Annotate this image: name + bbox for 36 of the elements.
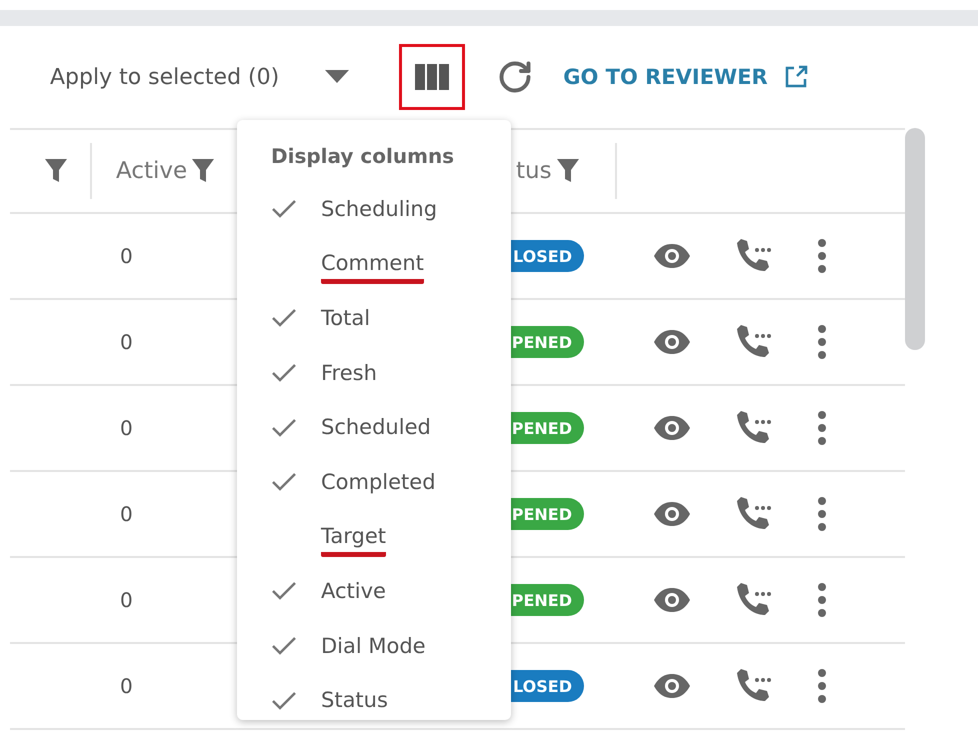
menu-item[interactable]: Fresh bbox=[321, 360, 377, 394]
column-header[interactable]: Active bbox=[116, 158, 188, 184]
filter-icon[interactable] bbox=[44, 157, 68, 185]
menu-item[interactable]: Comment bbox=[321, 251, 424, 284]
menu-title: Display columns bbox=[271, 143, 456, 170]
menu-item[interactable]: Completed bbox=[321, 470, 436, 503]
caret-icon[interactable] bbox=[325, 70, 350, 84]
more-options-icon[interactable] bbox=[817, 409, 827, 447]
more-options-icon[interactable] bbox=[817, 237, 827, 275]
more-options-icon[interactable] bbox=[817, 581, 827, 619]
menu-item[interactable]: Scheduled bbox=[321, 415, 431, 448]
table-cell-text: 0 bbox=[119, 502, 134, 526]
filter-icon[interactable] bbox=[556, 157, 580, 185]
columns-button[interactable] bbox=[399, 44, 466, 110]
menu-item[interactable]: Target bbox=[321, 524, 386, 558]
table-cell-text: 0 bbox=[119, 244, 134, 268]
more-options-icon[interactable] bbox=[817, 323, 827, 361]
scrollbar[interactable] bbox=[905, 128, 925, 350]
table-cell-text: 0 bbox=[119, 588, 134, 612]
menu-item[interactable]: Active bbox=[321, 578, 386, 612]
go-to-reviewer-link[interactable]: GO TO REVIEWER bbox=[563, 65, 808, 89]
refresh-button[interactable] bbox=[497, 59, 534, 95]
menu-item[interactable]: Scheduling bbox=[321, 196, 438, 230]
table-cell-text: 0 bbox=[119, 416, 134, 440]
menu-item[interactable]: Dial Mode bbox=[321, 634, 426, 667]
column-header[interactable]: tus bbox=[516, 158, 552, 184]
filter-icon[interactable] bbox=[191, 157, 216, 185]
external-link-icon bbox=[784, 65, 808, 89]
menu-item[interactable]: Total bbox=[321, 306, 370, 339]
apply-to-selected-label: Apply to selected (0) bbox=[50, 64, 280, 90]
columns-icon bbox=[415, 64, 450, 90]
table-cell-text: 0 bbox=[119, 330, 134, 354]
menu-item[interactable]: Status bbox=[321, 688, 388, 722]
more-options-icon[interactable] bbox=[817, 667, 827, 705]
more-options-icon[interactable] bbox=[817, 495, 827, 533]
table-cell-text: 0 bbox=[119, 674, 134, 698]
